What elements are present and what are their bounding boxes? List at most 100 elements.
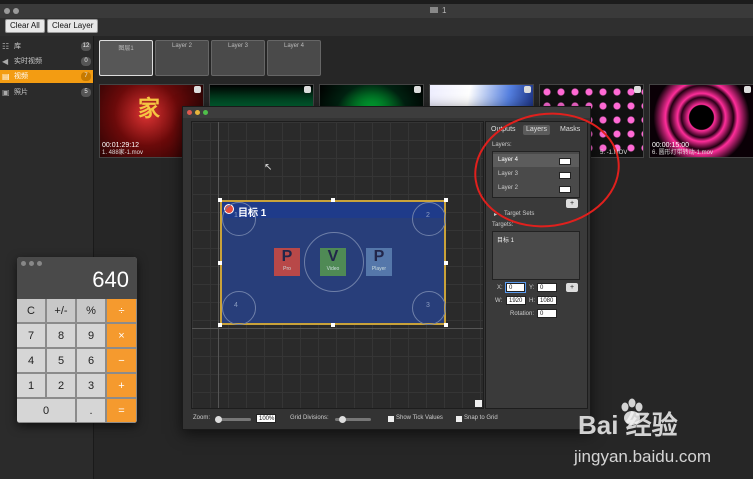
sidebar-item-video[interactable]: ▤ 视频 7 — [0, 70, 93, 83]
layer-tab-1[interactable]: 图层1 — [99, 40, 153, 76]
clear-all-button[interactable]: Clear All — [5, 19, 45, 33]
calc-key-decimal[interactable]: . — [77, 399, 106, 423]
calc-key-0[interactable]: 0 — [17, 399, 76, 423]
calc-key-divide[interactable]: ÷ — [107, 299, 137, 323]
targets-label: Targets: — [492, 222, 514, 228]
calc-key-multiply[interactable]: × — [107, 324, 137, 348]
resize-handle[interactable] — [218, 198, 222, 202]
calculator-result: 640 — [92, 267, 129, 292]
library-icon: ☷ — [2, 42, 10, 51]
x-field[interactable]: 0 — [505, 282, 526, 293]
sidebar-item-library[interactable]: ☷ 库 12 — [0, 40, 93, 53]
grid-slider-knob[interactable] — [339, 416, 346, 423]
layer-tab-label: Layer 2 — [171, 43, 192, 49]
show-tick-values-checkbox[interactable] — [387, 415, 395, 423]
calc-key-1[interactable]: 1 — [17, 374, 46, 398]
resize-handle[interactable] — [218, 323, 222, 327]
loop-icon — [524, 86, 531, 93]
zoom-slider[interactable] — [215, 416, 251, 423]
corner-number: 3 — [426, 302, 430, 309]
target-region[interactable]: 目标 1 1 2 4 3 P Pro V Video P Player — [220, 200, 446, 325]
thumb-glyph: 家 — [138, 96, 161, 121]
zoom-editor-button[interactable] — [203, 110, 208, 115]
target-list-item[interactable]: 目标 1 — [497, 235, 514, 244]
minimize-editor-button[interactable] — [195, 110, 200, 115]
calc-key-9[interactable]: 9 — [77, 324, 106, 348]
snap-to-grid-checkbox[interactable] — [455, 415, 463, 423]
sidebar-item-label: 实时视频 — [14, 58, 42, 65]
calc-minimize-button[interactable] — [29, 261, 34, 266]
resize-handle[interactable] — [444, 323, 448, 327]
show-tick-values-label: Show Tick Values — [396, 415, 443, 421]
calc-key-4[interactable]: 4 — [17, 349, 46, 373]
clear-layer-button[interactable]: Clear Layer — [47, 19, 99, 33]
calc-key-clear[interactable]: C — [17, 299, 46, 323]
layer-tab-2[interactable]: Layer 2 — [155, 40, 209, 76]
corner-ring — [222, 202, 256, 236]
canvas-resize-corner[interactable] — [475, 400, 482, 407]
media-thumb-6[interactable]: 00:00:15:00 6. 圆形灯带转动-1.mov — [649, 84, 753, 158]
layer-tab-4[interactable]: Layer 4 — [267, 40, 321, 76]
screen-icon — [430, 7, 438, 13]
minimize-window-button[interactable] — [13, 8, 19, 14]
resize-handle[interactable] — [444, 198, 448, 202]
pvp-tile: V Video — [320, 248, 346, 276]
zoom-slider-knob[interactable] — [215, 416, 222, 423]
loop-icon — [194, 86, 201, 93]
sidebar-item-photos[interactable]: ▣ 照片 5 — [0, 86, 93, 99]
corner-ring — [222, 291, 256, 325]
pvp-letter: V — [327, 248, 339, 265]
resize-handle[interactable] — [444, 261, 448, 265]
calc-key-3[interactable]: 3 — [77, 374, 106, 398]
watermark-brand: Bai 经验 — [578, 410, 678, 440]
calc-key-5[interactable]: 5 — [47, 349, 76, 373]
grid-divisions-slider[interactable] — [335, 416, 371, 423]
resize-handle[interactable] — [331, 198, 335, 202]
calc-key-6[interactable]: 6 — [77, 349, 106, 373]
pvp-tile: P Pro — [274, 248, 300, 276]
zoom-field[interactable]: 100% — [256, 414, 276, 423]
toolbar: Clear All Clear Layer — [0, 18, 753, 36]
calc-key-negate[interactable]: +/- — [47, 299, 76, 323]
calc-key-2[interactable]: 2 — [47, 374, 76, 398]
sidebar-item-live-video[interactable]: ◀ 实时视频 0 — [0, 55, 93, 68]
corner-number: 4 — [234, 302, 238, 309]
resize-handle[interactable] — [218, 261, 222, 265]
calc-key-8[interactable]: 8 — [47, 324, 76, 348]
add-target-button[interactable]: + — [566, 283, 578, 292]
target-canvas[interactable]: ↖ 目标 1 1 2 4 3 P Pro V Video P Player — [191, 121, 484, 409]
count-badge: 0 — [81, 57, 91, 66]
calc-key-equals[interactable]: = — [107, 399, 137, 423]
sidebar-item-label: 视频 — [14, 73, 28, 80]
pvp-tile: P Player — [366, 248, 392, 276]
count-badge: 5 — [81, 88, 91, 97]
calculator-display: 640 — [17, 257, 137, 299]
corner-ring — [412, 202, 446, 236]
calc-key-7[interactable]: 7 — [17, 324, 46, 348]
y-field[interactable]: 0 — [537, 283, 557, 292]
calc-key-add[interactable]: + — [107, 374, 137, 398]
resize-handle[interactable] — [331, 323, 335, 327]
rotation-field[interactable]: 0 — [537, 309, 557, 318]
layer-tab-label: 图层1 — [118, 46, 134, 52]
close-window-button[interactable] — [4, 8, 10, 14]
layer-tab-3[interactable]: Layer 3 — [211, 40, 265, 76]
y-label: Y: — [529, 285, 535, 291]
pvp-letter: P — [281, 248, 293, 265]
targets-list: 目标 1 — [492, 231, 580, 280]
calc-close-button[interactable] — [21, 261, 26, 266]
window-title: 1 — [442, 6, 447, 15]
h-label: H: — [529, 298, 535, 304]
layer-tab-label: Layer 3 — [227, 43, 248, 49]
calc-key-subtract[interactable]: − — [107, 349, 137, 373]
calc-key-percent[interactable]: % — [77, 299, 106, 323]
count-badge: 7 — [81, 72, 91, 81]
width-field[interactable]: 1920 — [506, 296, 526, 305]
editor-bottom-bar: Zoom: 100% Grid Divisions: Show Tick Val… — [183, 409, 590, 429]
height-field[interactable]: 1080 — [537, 296, 557, 305]
count-badge: 12 — [81, 42, 91, 51]
sidebar-item-label: 照片 — [14, 89, 28, 96]
pvp-letter: P — [373, 248, 385, 265]
close-editor-button[interactable] — [187, 110, 192, 115]
calc-zoom-button[interactable] — [37, 261, 42, 266]
